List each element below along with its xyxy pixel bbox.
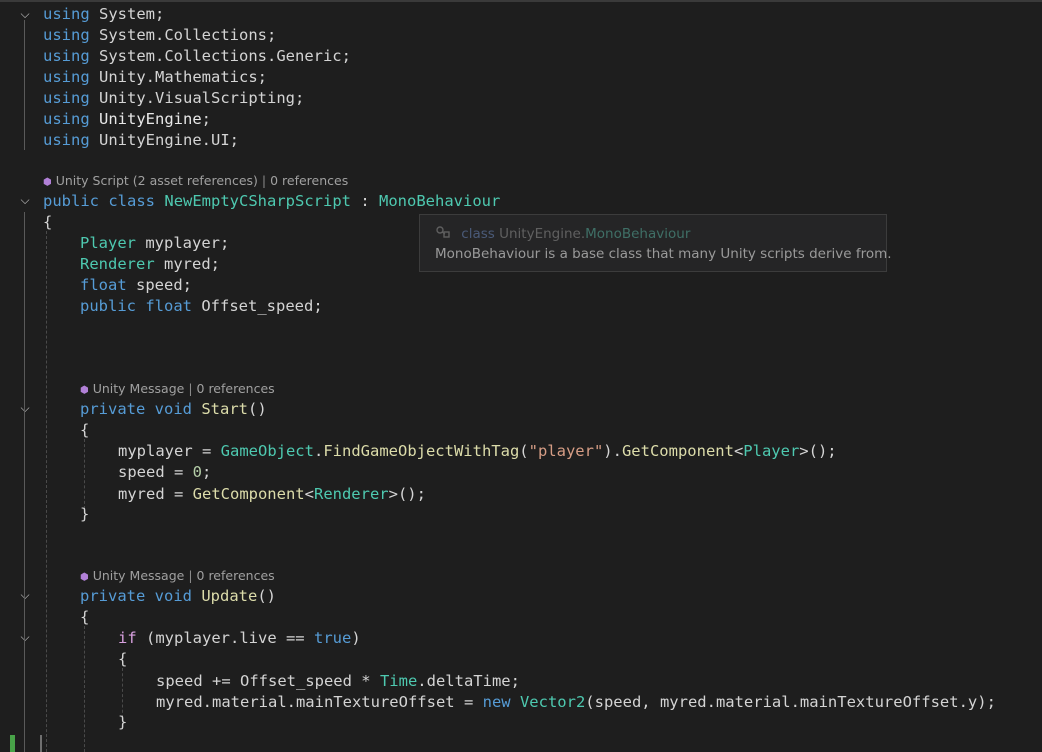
codelens-references[interactable]: 0 references: [270, 173, 348, 188]
unity-cube-icon: ⬢: [80, 385, 89, 396]
codelens-unity-message[interactable]: Unity Message: [93, 381, 185, 396]
chevron-down-icon[interactable]: ⌵: [17, 587, 33, 603]
chevron-down-icon[interactable]: ⌵: [17, 192, 33, 208]
code-line-using[interactable]: using Unity.VisualScripting;: [43, 88, 304, 109]
codelens-start: ⬢ Unity Message | 0 references: [80, 381, 275, 396]
code-line-brace[interactable]: {: [80, 420, 89, 441]
scroll-marker: [40, 735, 42, 752]
code-line-statement[interactable]: speed += Offset_speed * Time.deltaTime;: [156, 671, 520, 692]
code-line-brace[interactable]: }: [80, 504, 89, 525]
base-class-reference[interactable]: MonoBehaviour: [379, 192, 500, 210]
code-line-using[interactable]: using System.Collections.Generic;: [43, 46, 351, 67]
code-line-statement[interactable]: speed = 0;: [118, 462, 211, 483]
unity-cube-icon: ⬢: [43, 177, 52, 188]
codelens-asset-references[interactable]: Unity Script (2 asset references): [56, 173, 258, 188]
code-line-method-decl[interactable]: private void Update(): [80, 586, 276, 607]
code-line-field[interactable]: float speed;: [80, 275, 192, 296]
code-line-using[interactable]: using Unity.Mathematics;: [43, 67, 267, 88]
code-line-brace[interactable]: {: [43, 212, 52, 233]
code-line-using[interactable]: using UnityEngine;: [43, 109, 211, 130]
quick-info-tooltip: class UnityEngine.MonoBehaviour MonoBeha…: [419, 214, 892, 272]
codelens-update: ⬢ Unity Message | 0 references: [80, 568, 275, 583]
indent-guide: [84, 626, 85, 752]
fold-guide: [24, 420, 25, 524]
code-line-if[interactable]: if (myplayer.live == true): [118, 628, 361, 649]
code-line-field[interactable]: Player myplayer;: [80, 233, 229, 254]
code-line-statement[interactable]: myplayer = GameObject.FindGameObjectWith…: [118, 441, 837, 462]
code-line-using[interactable]: using System.Collections;: [43, 25, 276, 46]
unity-cube-icon: ⬢: [80, 572, 89, 583]
code-line-brace[interactable]: {: [80, 607, 89, 628]
fold-guide: [24, 20, 25, 150]
code-line-using[interactable]: using System;: [43, 4, 164, 25]
code-line-field[interactable]: Renderer myred;: [80, 254, 220, 275]
chevron-down-icon[interactable]: ⌵: [17, 400, 33, 416]
chevron-down-icon[interactable]: ⌵: [17, 6, 33, 22]
indent-guide: [46, 231, 47, 752]
tooltip-description: MonoBehaviour is a base class that many …: [435, 246, 892, 262]
code-line-method-decl[interactable]: private void Start(): [80, 399, 267, 420]
codelens-references[interactable]: 0 references: [197, 381, 275, 396]
indent-guide: [84, 439, 85, 509]
chevron-down-icon[interactable]: ⌵: [17, 629, 33, 645]
code-editor[interactable]: ⌵ ⌵ ⌵ ⌵ ⌵ using System; using System.Col…: [0, 2, 1042, 752]
class-symbol-icon: [435, 226, 457, 242]
tooltip-signature: class UnityEngine.MonoBehaviour: [435, 224, 690, 244]
code-line-using[interactable]: using UnityEngine.UI;: [43, 130, 239, 151]
indent-guide: [122, 668, 123, 718]
code-line-class-decl[interactable]: public class NewEmptyCSharpScript : Mono…: [43, 191, 500, 212]
code-line-statement[interactable]: myred = GetComponent<Renderer>();: [118, 484, 426, 505]
code-line-statement[interactable]: myred.material.mainTextureOffset = new V…: [156, 692, 996, 713]
codelens-unity-message[interactable]: Unity Message: [93, 568, 185, 583]
code-line-field[interactable]: public float Offset_speed;: [80, 296, 323, 317]
change-indicator: [10, 735, 15, 752]
codelens-references[interactable]: 0 references: [197, 568, 275, 583]
code-line-brace[interactable]: }: [118, 712, 127, 733]
codelens-class: ⬢ Unity Script (2 asset references) | 0 r…: [43, 173, 349, 188]
code-line-brace[interactable]: {: [118, 649, 127, 670]
